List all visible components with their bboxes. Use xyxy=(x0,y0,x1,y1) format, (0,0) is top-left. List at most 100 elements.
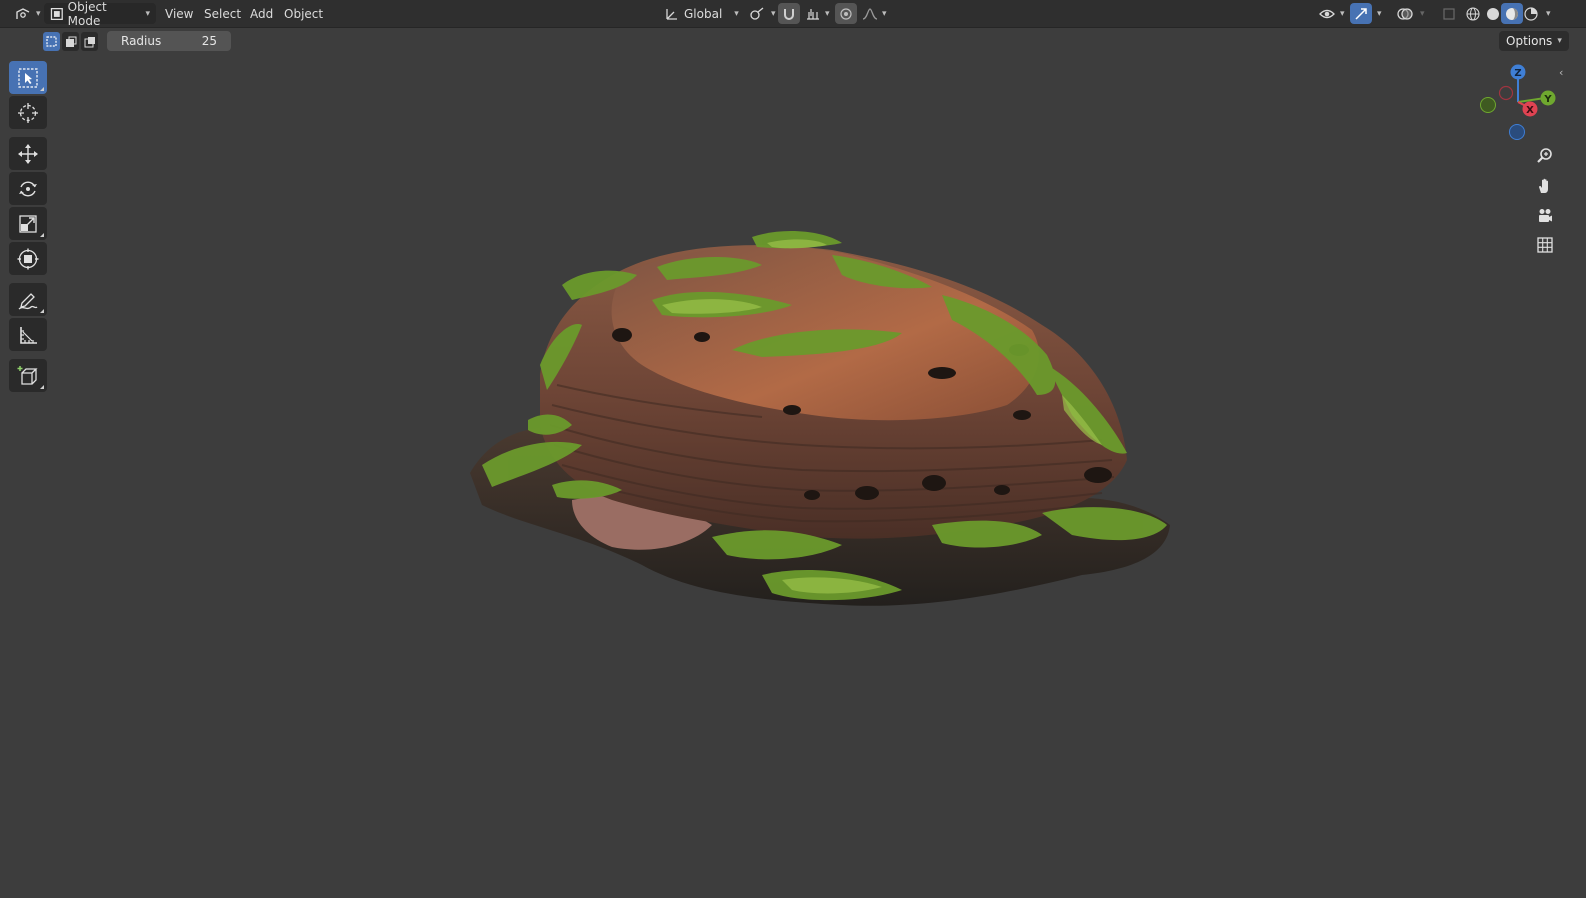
chevron-down-icon: ▾ xyxy=(1377,8,1382,19)
proportional-edit-icon xyxy=(840,7,852,20)
left-toolbar xyxy=(9,61,49,394)
zoom-button[interactable] xyxy=(1531,142,1559,170)
chevron-down-icon: ▾ xyxy=(1557,36,1562,46)
tool-variants-indicator xyxy=(40,87,44,91)
orientation-icon xyxy=(666,8,677,20)
tool-transform[interactable] xyxy=(9,242,47,275)
tool-measure[interactable] xyxy=(9,318,47,351)
magnet-icon xyxy=(784,8,794,20)
snap-toggle[interactable] xyxy=(778,3,800,24)
select-subtract-icon xyxy=(84,36,95,47)
gizmo-dropdown[interactable]: ▾ xyxy=(1371,3,1388,24)
select-new-icon xyxy=(46,36,57,47)
menu-view[interactable]: View xyxy=(160,3,198,24)
gizmo-toggle[interactable] xyxy=(1350,3,1372,24)
menu-add[interactable]: Add xyxy=(245,3,278,24)
tool-select-box[interactable] xyxy=(9,61,47,94)
mode-dropdown[interactable]: Object Mode ▾ xyxy=(44,0,156,28)
chevron-down-icon: ▾ xyxy=(825,8,830,19)
options-dropdown[interactable]: Options ▾ xyxy=(1499,31,1569,51)
xray-icon xyxy=(1443,7,1455,20)
viewport-header: ▾ Object Mode ▾ View Select Add Object G… xyxy=(0,0,1586,28)
z-axis-label: Z xyxy=(1514,68,1521,79)
menu-object[interactable]: Object xyxy=(279,3,328,24)
material-sphere-icon xyxy=(1506,7,1518,20)
measure-ruler-icon xyxy=(20,326,37,344)
tool-cursor[interactable] xyxy=(9,96,47,129)
tool-add-cube[interactable] xyxy=(9,359,47,392)
snap-increment-icon xyxy=(807,8,819,20)
chevron-down-icon: ▾ xyxy=(1546,8,1551,19)
proportional-edit-toggle[interactable] xyxy=(835,3,857,24)
orientation-label: Global xyxy=(684,6,723,21)
selection-mode-group xyxy=(43,32,98,51)
sidebar-toggle-arrow-icon[interactable]: ‹ xyxy=(1559,66,1563,79)
3d-cursor-icon xyxy=(18,102,38,123)
pivot-icon xyxy=(750,6,764,20)
ortho-toggle-button[interactable] xyxy=(1531,231,1559,259)
select-extend-icon xyxy=(65,36,76,47)
menu-select[interactable]: Select xyxy=(199,3,246,24)
neg-z-axis-handle[interactable] xyxy=(1509,124,1525,140)
falloff-curve-icon xyxy=(862,7,878,20)
transform-icon xyxy=(17,248,39,269)
transform-orientation-dropdown[interactable]: Global ▾ xyxy=(658,3,745,24)
pivot-point-dropdown[interactable]: ▾ xyxy=(743,3,782,24)
pan-button[interactable] xyxy=(1531,172,1559,200)
options-label: Options xyxy=(1506,34,1553,48)
tool-move[interactable] xyxy=(9,137,47,170)
mode-label: Object Mode xyxy=(67,0,107,28)
falloff-dropdown[interactable]: ▾ xyxy=(856,3,893,24)
gizmo-icon xyxy=(1355,7,1367,20)
select-mode-subtract[interactable] xyxy=(81,32,98,51)
tool-variants-indicator xyxy=(40,385,44,389)
xray-toggle[interactable] xyxy=(1438,3,1460,24)
camera-view-button[interactable] xyxy=(1531,202,1559,230)
eye-icon xyxy=(1319,9,1335,18)
navigation-gizmo[interactable]: Z Y X xyxy=(1474,60,1560,146)
editor-type-icon xyxy=(16,7,30,19)
overlays-toggle[interactable] xyxy=(1394,3,1416,24)
solid-sphere-icon xyxy=(1487,7,1499,20)
visibility-dropdown[interactable]: ▾ xyxy=(1312,3,1351,24)
tool-rotate[interactable] xyxy=(9,172,47,205)
chevron-down-icon: ▾ xyxy=(771,8,776,19)
chevron-down-icon: ▾ xyxy=(145,8,150,19)
zoom-icon xyxy=(1537,148,1552,163)
tool-variants-indicator xyxy=(40,309,44,313)
chevron-down-icon: ▾ xyxy=(882,8,887,19)
ortho-grid-icon xyxy=(1537,237,1553,253)
camera-view-icon xyxy=(1539,209,1552,222)
rendered-sphere-icon xyxy=(1524,6,1538,21)
x-axis-label: X xyxy=(1526,105,1534,116)
annotate-pencil-icon xyxy=(18,292,38,310)
wireframe-sphere-icon xyxy=(1466,6,1480,21)
chevron-down-icon: ▾ xyxy=(734,8,739,19)
radius-field[interactable]: Radius 25 xyxy=(107,31,231,51)
select-box-cursor-icon xyxy=(18,67,38,88)
select-mode-set[interactable] xyxy=(43,32,60,51)
overlays-icon xyxy=(1397,7,1413,20)
hand-pan-icon xyxy=(1539,178,1548,193)
chevron-down-icon: ▾ xyxy=(36,8,41,19)
neg-x-axis-handle[interactable] xyxy=(1498,85,1514,101)
neg-y-axis-handle[interactable] xyxy=(1480,97,1496,113)
rotate-icon xyxy=(19,181,37,196)
overlays-dropdown[interactable]: ▾ xyxy=(1414,3,1431,24)
tool-variants-indicator xyxy=(40,233,44,237)
rock-model[interactable] xyxy=(462,225,1174,617)
shading-rendered[interactable] xyxy=(1520,3,1542,24)
3d-viewport[interactable]: ▾ Object Mode ▾ View Select Add Object G… xyxy=(0,0,1586,898)
tool-annotate[interactable] xyxy=(9,283,47,316)
shading-wireframe[interactable] xyxy=(1462,3,1484,24)
scale-icon xyxy=(19,214,37,233)
tool-scale[interactable] xyxy=(9,207,47,240)
y-axis-label: Y xyxy=(1543,94,1552,105)
shading-dropdown[interactable]: ▾ xyxy=(1540,3,1557,24)
radius-value: 25 xyxy=(201,34,217,48)
tool-settings-bar xyxy=(0,28,1586,55)
chevron-down-icon: ▾ xyxy=(1420,8,1425,19)
snap-target-dropdown[interactable]: ▾ xyxy=(799,3,836,24)
select-mode-extend[interactable] xyxy=(62,32,79,51)
editor-type-button[interactable]: ▾ xyxy=(8,3,47,24)
